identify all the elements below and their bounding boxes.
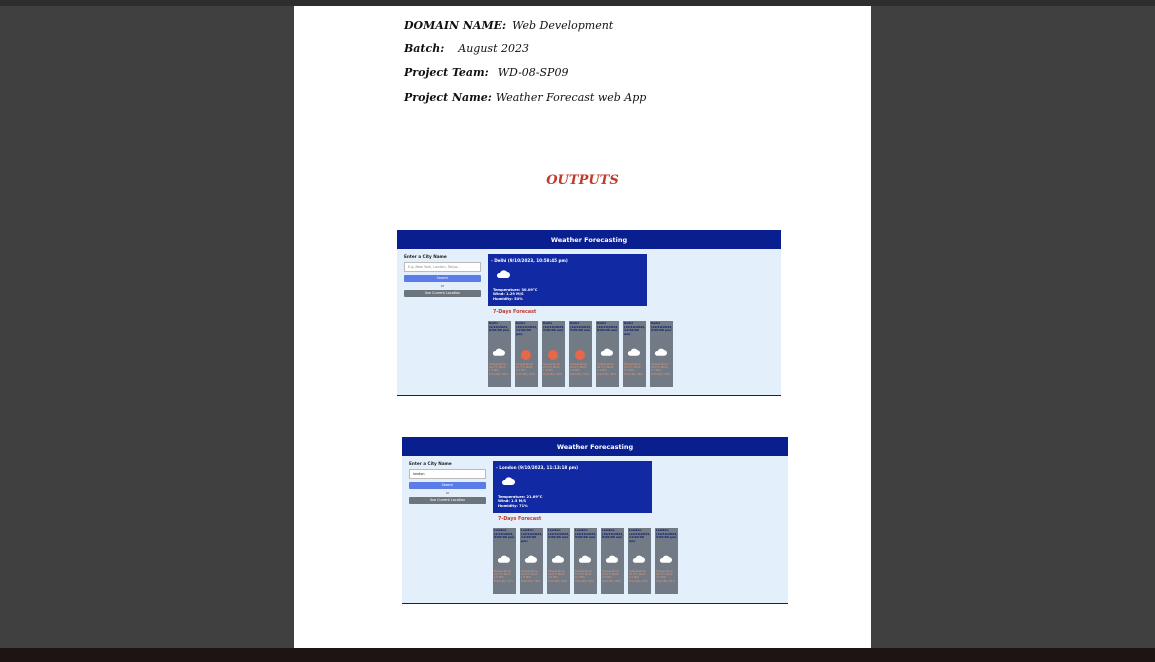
current-title: - Delhi (9/10/2023, 10:58:45 pm) [491,258,568,263]
city-input[interactable]: london [409,469,486,479]
forecast-title: 7-Days Forecast [493,310,537,315]
app-header: Weather Forecasting [397,230,781,249]
forecast-card: Delhi (10/10/2023, 11:00:00 pm) Temperatu… [515,321,538,387]
forecast-date: Delhi (10/10/2023, 2:00:00 am) [543,322,565,332]
forecast-card: London (9/10/2023, 8:00:00 pm) Temperatur… [493,528,516,594]
team-key: Project Team: [404,66,489,79]
forecast-details: Temperature: 30.1°C Wind: 1.3 M/S Humidi… [489,363,509,376]
city-label: Enter a City Name [409,461,452,466]
sun-icon [575,350,585,360]
cloud-icon [551,555,564,563]
city-label: Enter a City Name [404,254,447,259]
use-location-button[interactable]: Use Current Location [404,290,481,297]
forecast-card: London (10/10/2023, 2:00:00 am) Temperatu… [547,528,570,594]
or-text: or [440,284,445,288]
forecast-card: London (10/10/2023, 11:00:00 am) Temperat… [628,528,651,594]
forecast-card: Delhi (10/10/2023, 5:00:00 am) Temperatur… [569,321,592,387]
cloud-icon [496,270,510,278]
forecast-card: Delhi (9/10/2023, 8:00:00 pm) Temperature… [488,321,511,387]
current-detail-line: Humidity: 71% [498,503,528,508]
taskbar [0,648,1155,662]
team-row: Project Team: WD-08-SP09 [404,61,568,80]
cloud-icon [659,555,672,563]
forecast-details: Temperature: 21.7°C Wind: 1.5 M/S Humidi… [494,570,514,583]
forecast-card: London (10/10/2023, 11:00:00 pm) Temperat… [520,528,543,594]
forecast-date: London (10/10/2023, 5:00:00 am) [575,529,597,539]
forecast-card: London (10/10/2023, 2:00:00 pm) Temperatu… [655,528,678,594]
forecast-date: Delhi (10/10/2023, 2:00:00 pm) [651,322,673,332]
forecast-details: Temperature: 32.5°C Wind: 2.1 M/S Humidi… [624,363,644,376]
forecast-date: London (9/10/2023, 8:00:00 pm) [494,529,515,539]
search-button[interactable]: Search [404,275,481,282]
batch-row: Batch: August 2023 [404,37,529,56]
forecast-details: Temperature: 21.3°C Wind: 3.1 M/S Humidi… [629,570,649,583]
or-text: or [445,491,450,495]
domain-key: DOMAIN NAME: [404,19,507,32]
outputs-heading: OUTPUTS [546,173,619,188]
current-details: Temperature: 30.09°C Wind: 1.29 M/S Humidi… [493,288,537,301]
forecast-card: Delhi (10/10/2023, 2:00:00 pm) Temperatur… [650,321,673,387]
cloud-icon [605,555,618,563]
current-detail-line: Humidity: 54% [493,296,523,301]
search-panel: Enter a City Name london Search or Use C… [409,461,486,504]
forecast-details: Temperature: 19.4°C Wind: 1.8 M/S Humidi… [521,570,541,583]
domain-row: DOMAIN NAME: Web Development [404,14,613,33]
forecast-card: Delhi (10/10/2023, 8:00:00 am) Temperatur… [596,321,619,387]
forecast-details: Temperature: 27.7°C Wind: 2.3 M/S Humidi… [516,363,536,376]
forecast-date: Delhi (10/10/2023, 8:00:00 am) [597,322,619,332]
forecast-date: Delhi (10/10/2023, 11:00:00 am) [624,322,646,336]
cloud-icon [600,348,613,356]
forecast-card: Delhi (10/10/2023, 11:00:00 am) Temperatu… [623,321,646,387]
project-name-value: Weather Forecast web App [495,91,647,104]
forecast-details: Temperature: 18.2°C Wind: 2.0 M/S Humidi… [548,570,568,583]
cloud-icon [524,555,537,563]
forecast-details: Temperature: 33.6°C Wind: 2.7 M/S Humidi… [651,363,671,376]
cloud-icon [627,348,640,356]
team-value: WD-08-SP09 [497,66,569,79]
cloud-icon [497,555,510,563]
forecast-date: London (10/10/2023, 2:00:00 pm) [656,529,678,539]
forecast-details: Temperature: 24.8°C Wind: 1.6 M/S Humidi… [570,363,590,376]
current-weather-card: - London (9/10/2023, 11:13:18 pm) Temper… [493,461,652,513]
forecast-details: Temperature: 28.3°C Wind: 1.9 M/S Humidi… [597,363,617,376]
batch-value: August 2023 [458,42,529,55]
forecast-details: Temperature: 18.9°C Wind: 2.6 M/S Humidi… [602,570,622,583]
cloud-icon [654,348,667,356]
cloud-icon [578,555,591,563]
cloud-icon [632,555,645,563]
search-button[interactable]: Search [409,482,486,489]
sun-icon [521,350,531,360]
screenshot-london: Weather Forecasting Enter a City Name lo… [402,437,788,604]
cloud-icon [492,348,505,356]
forecast-date: Delhi (10/10/2023, 11:00:00 pm) [516,322,538,336]
sun-icon [548,350,558,360]
city-input[interactable]: E.g.,New York, London, Tokyo... [404,262,481,272]
forecast-card: London (10/10/2023, 5:00:00 am) Temperatu… [574,528,597,594]
forecast-date: London (10/10/2023, 11:00:00 pm) [521,529,543,543]
search-panel: Enter a City Name E.g.,New York, London,… [404,254,481,297]
current-details: Temperature: 21.69°C Wind: 1.5 M/S Humidit… [498,495,542,508]
app-header: Weather Forecasting [402,437,788,456]
forecast-date: London (10/10/2023, 2:00:00 am) [548,529,570,539]
forecast-card: London (10/10/2023, 8:00:00 am) Temperatu… [601,528,624,594]
forecast-card: Delhi (10/10/2023, 2:00:00 am) Temperatur… [542,321,565,387]
forecast-title: 7-Days Forecast [498,517,542,522]
domain-value: Web Development [512,19,614,32]
forecast-date: London (10/10/2023, 11:00:00 am) [629,529,651,543]
current-weather-card: - Delhi (9/10/2023, 10:58:45 pm) Tempera… [488,254,647,306]
use-location-button[interactable]: Use Current Location [409,497,486,504]
batch-key: Batch: [404,42,445,55]
current-title: - London (9/10/2023, 11:13:18 pm) [496,465,579,470]
project-name-row: Project Name: Weather Forecast web App [404,86,646,105]
screenshot-delhi: Weather Forecasting Enter a City Name E.… [397,230,781,396]
project-name-key: Project Name: [404,91,492,104]
forecast-details: Temperature: 17.6°C Wind: 2.2 M/S Humidi… [575,570,595,583]
forecast-details: Temperature: 25.9°C Wind: 1.9 M/S Humidi… [543,363,563,376]
forecast-date: Delhi (10/10/2023, 5:00:00 am) [570,322,592,332]
forecast-details: Temperature: 22.4°C Wind: 3.4 M/S Humidi… [656,570,676,583]
forecast-date: London (10/10/2023, 8:00:00 am) [602,529,624,539]
document-page: DOMAIN NAME: Web Development Batch: August… [294,6,871,648]
forecast-date: Delhi (9/10/2023, 8:00:00 pm) [489,322,510,332]
cloud-icon [501,477,515,485]
